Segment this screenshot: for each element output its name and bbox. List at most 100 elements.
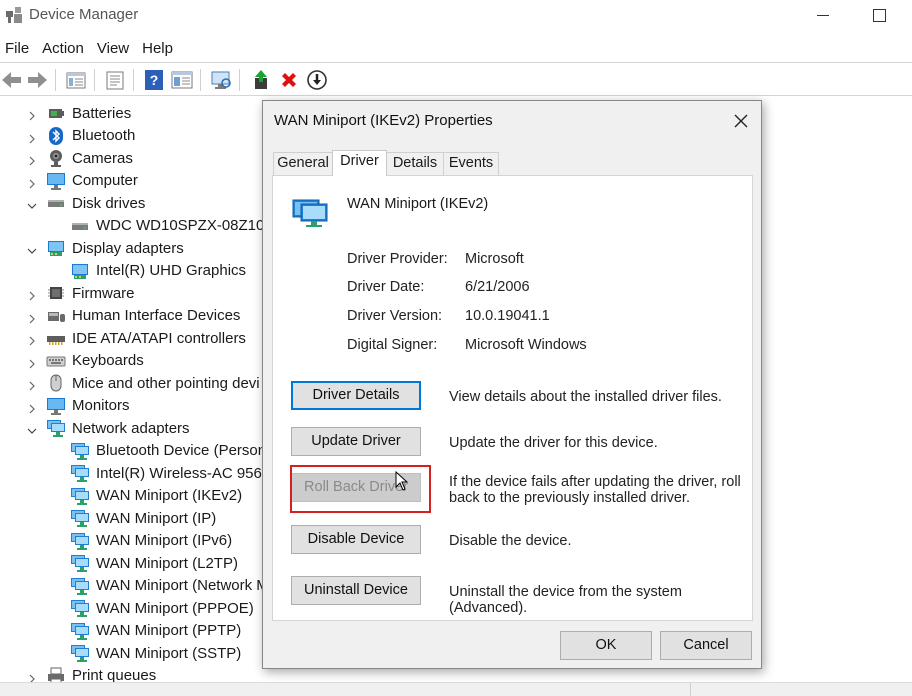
tree-item-network-adapters[interactable]: Network adapters xyxy=(27,417,190,439)
window-title: Device Manager xyxy=(29,6,139,23)
ide-controller-icon xyxy=(46,328,66,348)
menu-view[interactable]: View xyxy=(91,37,136,61)
tree-item-human-interface-devices[interactable]: Human Interface Devices xyxy=(29,305,240,327)
scan-hardware-icon[interactable] xyxy=(209,68,233,92)
device-list-icon[interactable] xyxy=(103,68,127,92)
tree-item-intel-r-wireless-ac-9560[interactable]: Intel(R) Wireless-AC 9560 xyxy=(70,462,262,484)
driver-details-description: View details about the installed driver … xyxy=(449,389,722,405)
minimize-button[interactable] xyxy=(806,0,840,30)
tree-item-wan-miniport-sstp[interactable]: WAN Miniport (SSTP) xyxy=(70,642,241,664)
network-adapter-icon xyxy=(70,531,90,551)
help-icon[interactable]: ? xyxy=(142,68,166,92)
tree-item-monitors[interactable]: Monitors xyxy=(29,395,130,417)
hid-icon xyxy=(46,306,66,326)
disable-device-icon[interactable] xyxy=(305,68,329,92)
back-arrow-icon[interactable] xyxy=(0,68,24,92)
maximize-button[interactable] xyxy=(862,0,896,30)
disable-device-button[interactable]: Disable Device xyxy=(291,525,421,554)
driver-version-label: Driver Version: xyxy=(347,308,443,324)
toolbar-separator xyxy=(239,69,240,91)
tab-general[interactable]: General xyxy=(273,152,333,175)
tree-item-cameras[interactable]: Cameras xyxy=(29,147,133,169)
uninstall-device-button[interactable]: Uninstall Device xyxy=(291,576,421,605)
tree-item-label: WAN Miniport (L2TP) xyxy=(96,554,238,572)
tree-item-label: Print queues xyxy=(72,667,157,682)
tree-item-label: WAN Miniport (PPTP) xyxy=(96,622,242,639)
chevron-right-icon[interactable] xyxy=(27,131,37,143)
tree-item-label: WAN Miniport (SSTP) xyxy=(96,644,242,662)
tab-details[interactable]: Details xyxy=(386,152,444,175)
chevron-right-icon[interactable] xyxy=(27,153,37,166)
chevron-down-icon[interactable] xyxy=(27,243,37,254)
tree-item-label: Bluetooth Device (Persona xyxy=(96,442,262,459)
menu-help[interactable]: Help xyxy=(136,37,180,61)
tree-item-mice-and-other-pointing-devi[interactable]: Mice and other pointing devi xyxy=(29,372,260,394)
tree-item-bluetooth-device-persona[interactable]: Bluetooth Device (Persona xyxy=(70,440,262,462)
update-driver-icon[interactable] xyxy=(249,68,273,92)
ok-button[interactable]: OK xyxy=(560,631,652,660)
tree-item-bluetooth[interactable]: Bluetooth xyxy=(29,125,135,147)
toolbar: ? xyxy=(0,62,912,96)
tab-driver[interactable]: Driver xyxy=(332,150,387,176)
driver-date-value: 6/21/2006 xyxy=(465,279,530,295)
menu-action[interactable]: Action xyxy=(36,37,91,61)
tree-item-firmware[interactable]: Firmware xyxy=(29,282,135,304)
tree-item-label: Computer xyxy=(72,172,138,189)
tree-item-computer[interactable]: Computer xyxy=(29,170,138,192)
driver-details-button[interactable]: Driver Details xyxy=(291,381,421,410)
chevron-right-icon[interactable] xyxy=(27,333,37,346)
tree-item-wdc-wd10spzx-08z10[interactable]: WDC WD10SPZX-08Z10 xyxy=(70,215,262,237)
bluetooth-icon xyxy=(46,126,66,146)
forward-arrow-icon[interactable] xyxy=(25,68,49,92)
tree-item-wan-miniport-pptp[interactable]: WAN Miniport (PPTP) xyxy=(70,620,241,642)
toolbar-separator xyxy=(133,69,134,91)
tree-item-wan-miniport-ip[interactable]: WAN Miniport (IP) xyxy=(70,507,216,529)
chevron-down-icon[interactable] xyxy=(27,423,37,434)
chevron-right-icon[interactable] xyxy=(27,671,37,682)
monitor-icon xyxy=(46,396,66,416)
network-adapter-icon xyxy=(70,598,90,618)
tree-item-wan-miniport-ipv6[interactable]: WAN Miniport (IPv6) xyxy=(70,530,232,552)
tree-item-wan-miniport-network-m[interactable]: WAN Miniport (Network M xyxy=(70,575,262,597)
uninstall-icon[interactable] xyxy=(277,68,301,92)
close-icon[interactable] xyxy=(728,109,754,133)
tree-item-disk-drives[interactable]: Disk drives xyxy=(27,192,146,214)
tree-item-wan-miniport-pppoe[interactable]: WAN Miniport (PPPOE) xyxy=(70,597,254,619)
tree-item-label: Disk drives xyxy=(72,194,146,212)
chevron-down-icon[interactable] xyxy=(27,198,37,209)
tree-item-ide-ata-atapi-controllers[interactable]: IDE ATA/ATAPI controllers xyxy=(29,327,246,349)
chevron-right-icon[interactable] xyxy=(27,401,37,413)
view-panel-icon[interactable] xyxy=(170,68,194,92)
tree-item-label: IDE ATA/ATAPI controllers xyxy=(72,329,246,347)
driver-tab-panel: WAN Miniport (IKEv2) Driver Provider: Mi… xyxy=(272,175,753,621)
network-adapter-icon xyxy=(292,194,330,228)
chevron-right-icon[interactable] xyxy=(27,108,37,121)
update-driver-button[interactable]: Update Driver xyxy=(291,427,421,456)
tree-item-label: Display adapters xyxy=(72,239,184,257)
properties-sheet-icon[interactable] xyxy=(64,68,88,92)
digital-signer-value: Microsoft Windows xyxy=(465,337,587,353)
disk-drive-icon xyxy=(70,216,90,236)
uninstall-device-description: Uninstall the device from the system (Ad… xyxy=(449,584,682,616)
tree-item-batteries[interactable]: Batteries xyxy=(29,102,131,124)
highlight-box xyxy=(290,465,431,513)
tree-item-wan-miniport-ikev2[interactable]: WAN Miniport (IKEv2) xyxy=(70,485,242,507)
menu-file[interactable]: File xyxy=(0,37,36,61)
svg-text:?: ? xyxy=(150,72,159,88)
tree-item-intel-r-uhd-graphics[interactable]: Intel(R) UHD Graphics xyxy=(70,260,246,282)
chevron-right-icon[interactable] xyxy=(27,311,37,323)
chevron-right-icon[interactable] xyxy=(27,176,37,188)
disk-drive-icon xyxy=(46,193,66,213)
tree-item-wan-miniport-l2tp[interactable]: WAN Miniport (L2TP) xyxy=(70,552,238,574)
tree-item-label: WAN Miniport (IKEv2) xyxy=(96,487,243,504)
tab-events[interactable]: Events xyxy=(443,152,499,175)
chevron-right-icon[interactable] xyxy=(27,356,37,368)
tree-item-display-adapters[interactable]: Display adapters xyxy=(27,237,184,259)
chevron-right-icon[interactable] xyxy=(27,378,37,391)
toolbar-separator xyxy=(55,69,56,91)
tree-item-print-queues[interactable]: Print queues xyxy=(29,665,157,682)
chevron-right-icon[interactable] xyxy=(27,288,37,301)
tree-item-keyboards[interactable]: Keyboards xyxy=(29,350,144,372)
cancel-button[interactable]: Cancel xyxy=(660,631,752,660)
network-adapter-icon xyxy=(70,643,90,663)
